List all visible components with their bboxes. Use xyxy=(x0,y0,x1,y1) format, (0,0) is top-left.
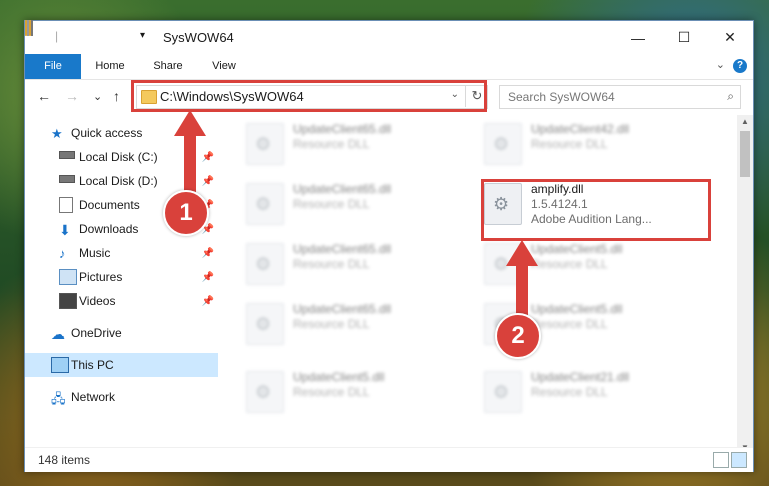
file-description: Resource DLL xyxy=(531,137,608,151)
file-description: Resource DLL xyxy=(531,317,608,331)
drive-icon xyxy=(59,151,75,159)
item-count: 148 items xyxy=(38,453,91,467)
sidebar-item-label: Local Disk (D:) xyxy=(79,174,158,188)
tab-file[interactable]: File xyxy=(25,54,81,79)
drive-icon xyxy=(59,175,75,183)
search-icon: ⌕ xyxy=(727,89,734,103)
sidebar-item-label: Music xyxy=(79,246,111,260)
documents-icon xyxy=(59,197,73,213)
computer-icon xyxy=(51,357,69,373)
details-view-icon[interactable] xyxy=(713,452,729,468)
sidebar-item-this-pc[interactable]: This PC xyxy=(25,353,218,377)
pin-icon[interactable]: 📌 xyxy=(202,248,214,259)
vertical-scrollbar[interactable]: ▲ ▼ xyxy=(737,115,753,455)
file-item[interactable]: UpdateClient65.dll Resource DLL xyxy=(246,181,476,237)
sidebar-item-label: OneDrive xyxy=(71,326,122,340)
address-highlight-box xyxy=(131,80,487,112)
file-item[interactable]: UpdateClient65.dll Resource DLL xyxy=(246,241,476,297)
large-icons-view-icon[interactable] xyxy=(731,452,747,468)
network-icon: 🖧 xyxy=(51,391,66,406)
file-item[interactable]: UpdateClient65.dll Resource DLL xyxy=(246,121,476,177)
expand-ribbon-icon[interactable]: ⌄ xyxy=(716,58,725,71)
videos-icon xyxy=(59,293,77,309)
sidebar-item-label: Downloads xyxy=(79,222,139,236)
sidebar-item-network[interactable]: 🖧 Network xyxy=(25,385,218,409)
sidebar-item-videos[interactable]: Videos 📌 xyxy=(25,289,218,313)
separator: | xyxy=(55,29,59,43)
pictures-icon xyxy=(59,269,77,285)
file-description: Resource DLL xyxy=(293,317,370,331)
file-description: Resource DLL xyxy=(293,137,370,151)
file-item[interactable]: UpdateClient5.dll Resource DLL xyxy=(246,369,476,425)
forward-button[interactable]: → xyxy=(65,88,79,104)
sidebar-item-label: Videos xyxy=(79,294,116,308)
arrow-up-icon xyxy=(174,110,206,198)
file-name: UpdateClient5.dll xyxy=(531,242,623,256)
step-badge-1: 1 xyxy=(163,190,209,236)
sidebar-item-pictures[interactable]: Pictures 📌 xyxy=(25,265,218,289)
file-item[interactable]: UpdateClient21.dll Resource DLL xyxy=(484,369,714,425)
minimize-button[interactable]: — xyxy=(615,21,661,54)
cloud-icon: ☁ xyxy=(51,326,65,342)
file-item[interactable]: UpdateClient65.dll Resource DLL xyxy=(246,301,476,357)
scroll-thumb[interactable] xyxy=(740,131,750,177)
pin-icon[interactable]: 📌 xyxy=(202,296,214,307)
dll-file-icon xyxy=(484,123,522,165)
chevron-down-icon[interactable]: ▾ xyxy=(140,30,145,41)
file-name: UpdateClient5.dll xyxy=(293,370,385,384)
dll-file-icon xyxy=(246,123,284,165)
dll-file-icon xyxy=(246,183,284,225)
music-icon: ♪ xyxy=(59,246,66,261)
step-badge-2: 2 xyxy=(495,313,541,359)
file-name: UpdateClient21.dll xyxy=(531,370,630,384)
file-description: Resource DLL xyxy=(293,197,370,211)
file-highlight-box xyxy=(481,179,711,241)
file-name: UpdateClient65.dll xyxy=(293,182,392,196)
search-box[interactable]: Search SysWOW64 ⌕ xyxy=(499,85,741,109)
file-name: UpdateClient65.dll xyxy=(293,302,392,316)
sidebar-item-onedrive[interactable]: ☁ OneDrive xyxy=(25,321,218,345)
status-bar: 148 items xyxy=(25,447,753,472)
ribbon: File Home Share View ⌄ ? xyxy=(25,54,753,80)
file-name: UpdateClient5.dll xyxy=(531,302,623,316)
help-icon[interactable]: ? xyxy=(733,59,747,73)
pin-icon[interactable]: 📌 xyxy=(202,272,214,283)
arrow-up-icon xyxy=(506,240,538,322)
back-button[interactable]: ← xyxy=(37,88,51,104)
sidebar-item-label: This PC xyxy=(71,358,114,372)
download-icon: ⬇ xyxy=(59,222,71,238)
dll-file-icon xyxy=(246,371,284,413)
title-bar: | ▾ SysWOW64 — ☐ ✕ xyxy=(25,20,753,54)
file-description: Resource DLL xyxy=(531,257,608,271)
file-item[interactable]: UpdateClient42.dll Resource DLL xyxy=(484,121,714,177)
tab-home[interactable]: Home xyxy=(85,54,135,79)
tab-view[interactable]: View xyxy=(201,54,247,79)
scroll-up-icon[interactable]: ▲ xyxy=(737,115,753,129)
sidebar-item-label: Quick access xyxy=(71,126,143,140)
dll-file-icon xyxy=(246,303,284,345)
search-input[interactable]: Search SysWOW64 xyxy=(508,90,615,104)
dll-file-icon xyxy=(246,243,284,285)
file-name: UpdateClient42.dll xyxy=(531,122,630,136)
sidebar-item-label: Local Disk (C:) xyxy=(79,150,158,164)
file-list: UpdateClient65.dll Resource DLL UpdateCl… xyxy=(218,115,737,455)
recent-locations-button[interactable]: ⌄ xyxy=(93,90,102,103)
tab-share[interactable]: Share xyxy=(143,54,193,79)
customize-icon[interactable] xyxy=(31,20,33,36)
sidebar-item-label: Network xyxy=(71,390,116,404)
window-title: SysWOW64 xyxy=(163,30,234,45)
file-name: UpdateClient65.dll xyxy=(293,242,392,256)
file-description: Resource DLL xyxy=(293,257,370,271)
close-button[interactable]: ✕ xyxy=(707,21,753,54)
maximize-button[interactable]: ☐ xyxy=(661,21,707,54)
dll-file-icon xyxy=(484,371,522,413)
sidebar-item-label: Documents xyxy=(79,198,140,212)
file-description: Resource DLL xyxy=(293,385,370,399)
star-icon: ★ xyxy=(51,126,63,141)
sidebar-item-music[interactable]: ♪ Music 📌 xyxy=(25,241,218,265)
file-name: UpdateClient65.dll xyxy=(293,122,392,136)
up-button[interactable]: ↑ xyxy=(113,88,120,104)
sidebar-item-label: Pictures xyxy=(79,270,123,284)
file-description: Resource DLL xyxy=(531,385,608,399)
